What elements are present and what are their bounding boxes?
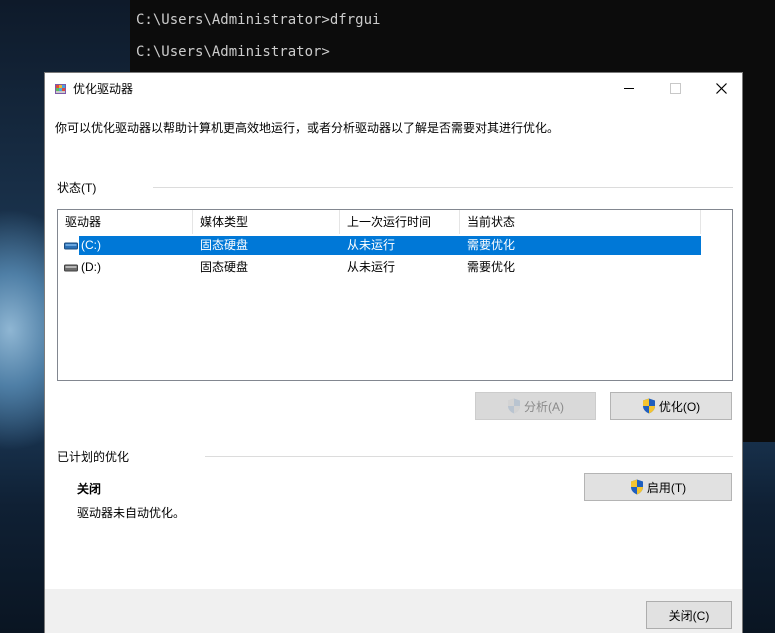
dialog-footer: 关闭(C) — [45, 589, 742, 633]
console-line-2: C:\Users\Administrator> — [136, 44, 330, 60]
column-header-media-type[interactable]: 媒体类型 — [193, 210, 340, 234]
uac-shield-icon — [508, 398, 520, 414]
ssd-drive-icon — [64, 242, 78, 250]
scheduled-separator — [205, 456, 733, 457]
window-title: 优化驱动器 — [73, 82, 134, 96]
status-group-label: 状态(T) — [57, 181, 97, 195]
minimize-button[interactable] — [606, 73, 652, 103]
schedule-state: 关闭 — [77, 482, 102, 496]
close-dialog-button[interactable]: 关闭(C) — [646, 601, 732, 629]
optimize-button-label: 优化(O) — [658, 399, 701, 414]
close-dialog-button-label: 关闭(C) — [668, 608, 710, 623]
close-button[interactable] — [698, 73, 744, 103]
last-run: 从未运行 — [347, 260, 396, 274]
last-run: 从未运行 — [347, 238, 396, 252]
ssd-drive-icon — [64, 264, 78, 272]
console-window: C:\Users\Administrator>dfrgui C:\Users\A… — [130, 0, 775, 72]
window-description: 你可以优化驱动器以帮助计算机更高效地运行，或者分析驱动器以了解是否需要对其进行优… — [55, 121, 560, 135]
console-line-1: C:\Users\Administrator>dfrgui — [136, 12, 381, 28]
current-status: 需要优化 — [467, 238, 516, 252]
schedule-description: 驱动器未自动优化。 — [77, 506, 186, 520]
drives-list[interactable]: 驱动器 媒体类型 上一次运行时间 当前状态 (C:) 固态硬盘 从未运行 需要优… — [57, 209, 733, 381]
maximize-icon — [669, 82, 681, 94]
optimize-button[interactable]: 优化(O) — [610, 392, 732, 420]
drive-name: (C:) — [81, 238, 101, 252]
maximize-button[interactable] — [652, 73, 698, 103]
drive-row-c[interactable]: (C:) 固态硬盘 从未运行 需要优化 — [58, 236, 732, 255]
drive-row-d[interactable]: (D:) 固态硬盘 从未运行 需要优化 — [58, 258, 732, 277]
media-type: 固态硬盘 — [200, 260, 249, 274]
optimize-drives-window: 优化驱动器 你可以优化驱动器以帮助计算机更高效地运行，或者分析驱动器以了解是否需… — [44, 72, 743, 633]
defrag-app-icon — [55, 84, 66, 94]
column-header-current-status[interactable]: 当前状态 — [460, 210, 701, 234]
close-icon — [715, 82, 727, 94]
analyze-button-label: 分析(A) — [524, 399, 564, 414]
analyze-button[interactable]: 分析(A) — [475, 392, 596, 420]
enable-button-label: 启用(T) — [646, 480, 687, 495]
uac-shield-icon — [630, 479, 643, 495]
enable-schedule-button[interactable]: 启用(T) — [584, 473, 732, 501]
current-status: 需要优化 — [467, 260, 516, 274]
column-header-last-run[interactable]: 上一次运行时间 — [340, 210, 460, 234]
minimize-icon — [624, 87, 634, 89]
drive-name: (D:) — [81, 260, 101, 274]
drives-list-header: 驱动器 媒体类型 上一次运行时间 当前状态 — [58, 210, 732, 234]
status-separator — [153, 187, 733, 188]
uac-shield-icon — [642, 398, 655, 414]
title-bar[interactable]: 优化驱动器 — [45, 73, 742, 103]
column-header-drive[interactable]: 驱动器 — [58, 210, 193, 234]
console-window-edge — [742, 72, 775, 442]
scheduled-group-label: 已计划的优化 — [57, 450, 130, 464]
media-type: 固态硬盘 — [200, 238, 249, 252]
